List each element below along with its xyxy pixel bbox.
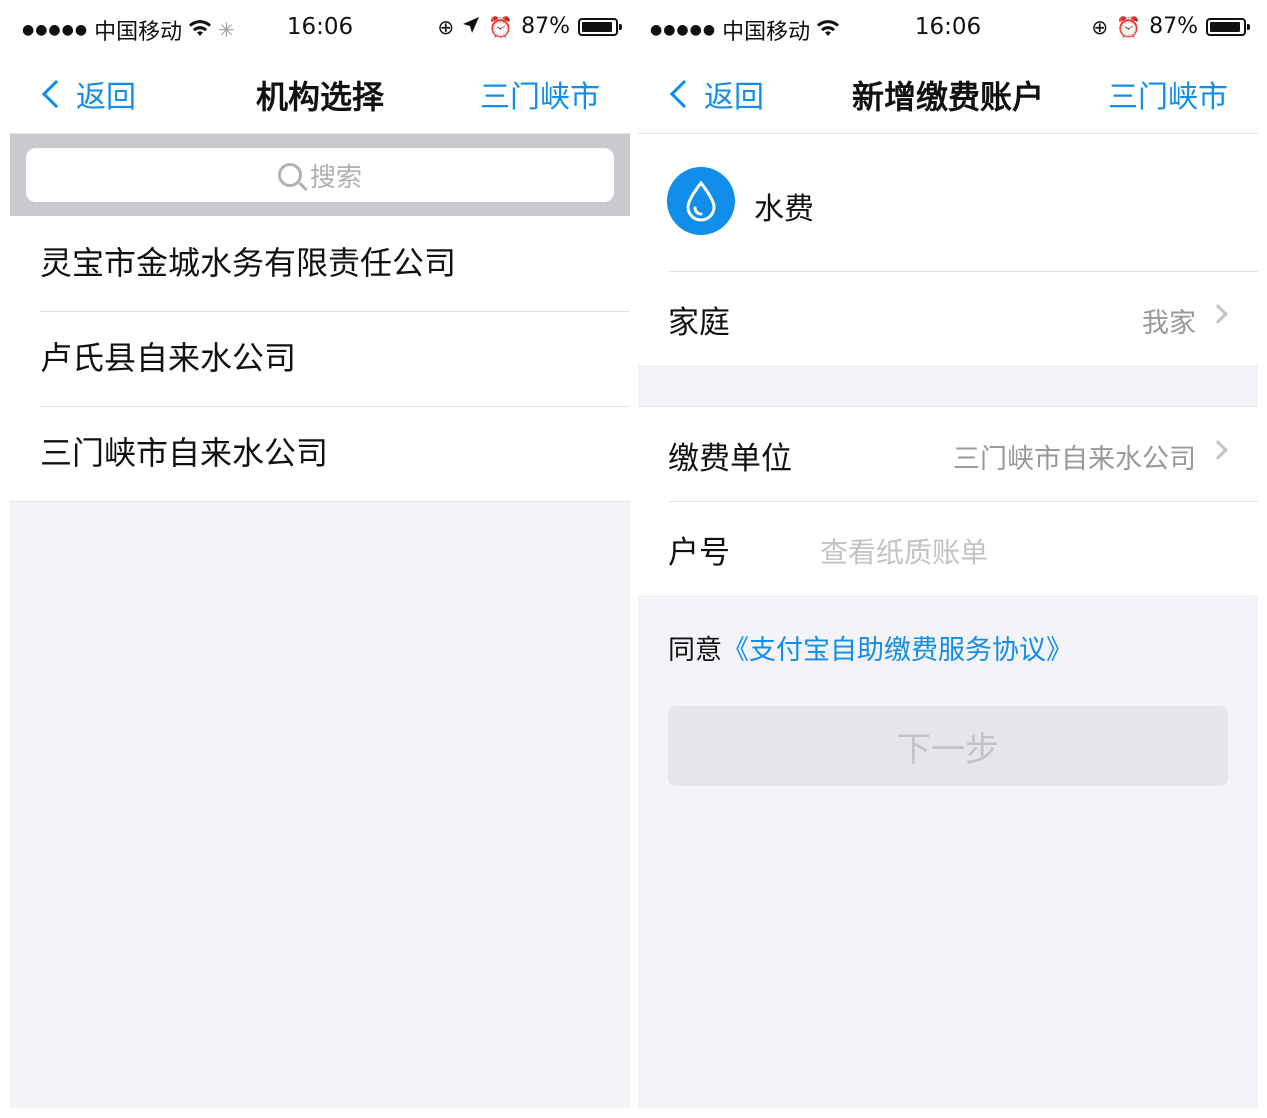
list-item[interactable]: 灵宝市金城水务有限责任公司 (10, 216, 630, 311)
institution-select-screen: ●●●●● 中国移动 ✳ 16:06 ⊕ ⏰ 87% 返回 机构选择 三门峡市 (10, 0, 630, 1108)
alarm-icon: ⏰ (1116, 14, 1142, 39)
search-input[interactable]: 搜索 (26, 148, 614, 202)
service-name: 水费 (754, 192, 814, 227)
payment-unit-value: 三门峡市自来水公司 (953, 444, 1196, 475)
account-number-label: 户号 (668, 535, 730, 571)
family-row[interactable]: 家庭 我家 (638, 271, 1258, 365)
list-item[interactable]: 三门峡市自来水公司 (10, 406, 630, 501)
city-selector-button[interactable]: 三门峡市 (1108, 72, 1228, 116)
chevron-right-icon (1208, 440, 1228, 460)
battery-icon (1206, 17, 1250, 36)
account-number-input[interactable]: 查看纸质账单 (820, 531, 988, 571)
battery-icon (578, 17, 622, 36)
back-button[interactable]: 返回 (666, 72, 764, 116)
agreement-prefix: 同意 (668, 635, 722, 666)
service-row: 水费 (638, 134, 1258, 271)
battery-percent: 87% (521, 14, 570, 39)
list-item[interactable]: 卢氏县自来水公司 (10, 311, 630, 406)
back-button[interactable]: 返回 (38, 72, 136, 116)
location-arrow-icon (462, 15, 480, 39)
status-bar: ●●●●● 中国移动 ✳ 16:06 ⊕ ⏰ 87% (10, 0, 630, 58)
search-bar: 搜索 (10, 134, 630, 216)
family-label: 家庭 (668, 305, 730, 341)
navigation-bar: 返回 新增缴费账户 三门峡市 (638, 58, 1258, 134)
back-label: 返回 (704, 80, 764, 115)
navigation-bar: 返回 机构选择 三门峡市 (10, 58, 630, 134)
search-placeholder: 搜索 (309, 162, 362, 193)
rotation-lock-icon: ⊕ (1091, 14, 1109, 39)
agreement-text: 同意《支付宝自助缴费服务协议》 (668, 628, 1073, 667)
battery-percent: 87% (1149, 14, 1198, 39)
family-value: 我家 (1142, 308, 1196, 339)
service-group: 水费 家庭 我家 (638, 134, 1258, 365)
new-payment-account-screen: ●●●●● 中国移动 16:06 ⊕ ⏰ 87% 返回 新增缴费账户 三门峡市 (638, 0, 1258, 1108)
payment-unit-label: 缴费单位 (668, 441, 792, 477)
city-selector-button[interactable]: 三门峡市 (480, 72, 600, 116)
chevron-right-icon (1208, 304, 1228, 324)
account-number-row: 户号 查看纸质账单 (638, 501, 1258, 595)
search-icon (277, 163, 302, 187)
water-drop-icon (667, 167, 735, 235)
chevron-left-icon (669, 79, 699, 109)
payment-unit-row[interactable]: 缴费单位 三门峡市自来水公司 (638, 407, 1258, 501)
alarm-icon: ⏰ (488, 14, 514, 39)
back-label: 返回 (76, 80, 136, 115)
status-bar: ●●●●● 中国移动 16:06 ⊕ ⏰ 87% (638, 0, 1258, 58)
rotation-lock-icon: ⊕ (437, 14, 455, 39)
account-group: 缴费单位 三门峡市自来水公司 户号 查看纸质账单 (638, 406, 1258, 595)
agreement-link[interactable]: 《支付宝自助缴费服务协议》 (722, 635, 1073, 666)
chevron-left-icon (41, 79, 71, 109)
institution-list: 灵宝市金城水务有限责任公司 卢氏县自来水公司 三门峡市自来水公司 (10, 216, 630, 502)
next-step-button[interactable]: 下一步 (668, 706, 1228, 786)
